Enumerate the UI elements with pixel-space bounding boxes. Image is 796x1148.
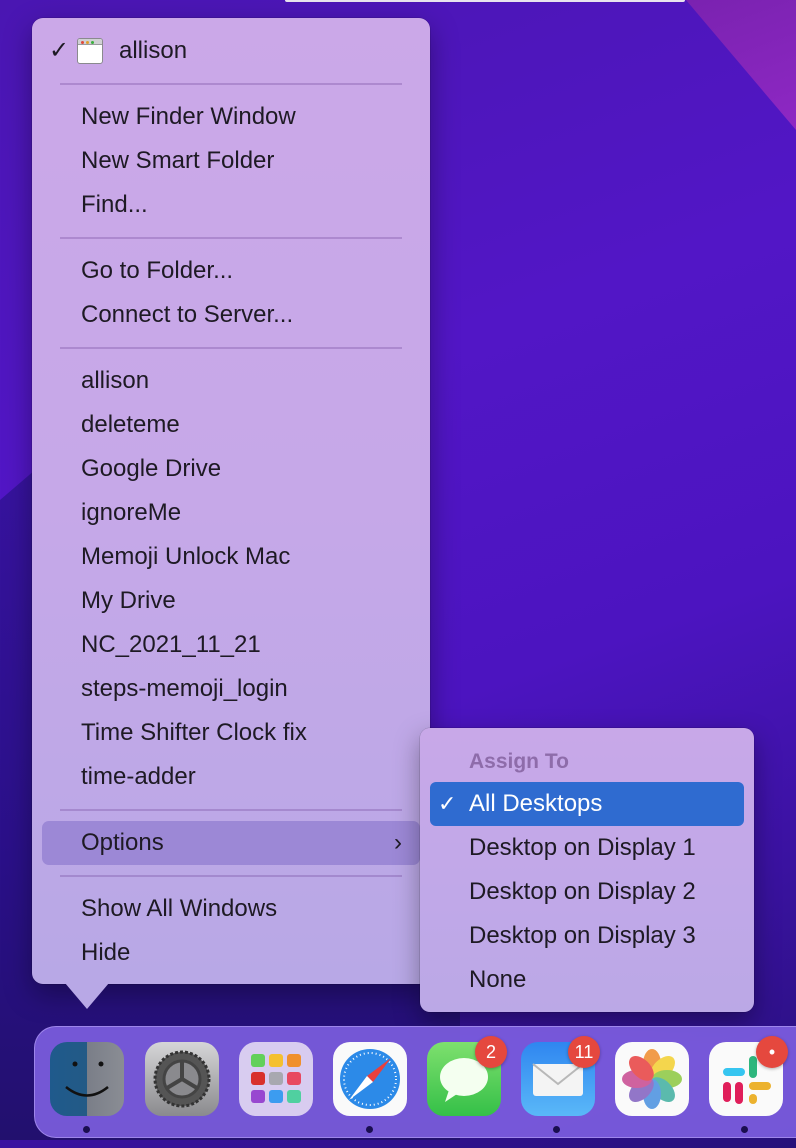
submenu-item-display-2[interactable]: Desktop on Display 2 [420, 870, 754, 914]
running-indicator [366, 1126, 373, 1133]
menu-item-find[interactable]: Find... [32, 183, 430, 227]
window-icon [77, 38, 103, 64]
menu-separator [60, 237, 402, 239]
menu-item-label: Options [81, 829, 164, 856]
menu-item-folder[interactable]: Time Shifter Clock fix [32, 711, 430, 755]
menu-item-folder[interactable]: allison [32, 359, 430, 403]
window-edge [285, 0, 685, 2]
menu-item-folder[interactable]: deleteme [32, 403, 430, 447]
menu-item-new-finder-window[interactable]: New Finder Window [32, 95, 430, 139]
menu-item-folder[interactable]: steps-memoji_login [32, 667, 430, 711]
menu-separator [60, 875, 402, 877]
menu-item-folder[interactable]: My Drive [32, 579, 430, 623]
dock-app-photos[interactable] [615, 1042, 689, 1116]
menu-item-options[interactable]: Options › [42, 821, 420, 865]
submenu-item-display-3[interactable]: Desktop on Display 3 [420, 914, 754, 958]
menu-item-show-all-windows[interactable]: Show All Windows [32, 887, 430, 931]
dock-app-system-preferences[interactable] [145, 1042, 219, 1116]
dock-context-menu: ✓ allison New Finder Window New Smart Fo… [32, 18, 430, 984]
compass-icon [340, 1049, 400, 1109]
notification-badge: 2 [475, 1036, 507, 1068]
running-indicator [83, 1126, 90, 1133]
chevron-right-icon: › [394, 829, 402, 856]
submenu-item-display-1[interactable]: Desktop on Display 1 [420, 826, 754, 870]
launchpad-grid-icon [251, 1054, 301, 1103]
finder-icon [65, 1061, 109, 1097]
options-submenu: Assign To ✓ All Desktops Desktop on Disp… [420, 728, 754, 1012]
wallpaper-shape [686, 0, 796, 130]
running-indicator [741, 1126, 748, 1133]
menu-item-folder[interactable]: Google Drive [32, 447, 430, 491]
menu-item-hide[interactable]: Hide [32, 931, 430, 975]
menu-separator [60, 809, 402, 811]
menu-item-folder[interactable]: NC_2021_11_21 [32, 623, 430, 667]
menu-item-label: allison [119, 37, 188, 64]
menu-item-folder[interactable]: ignoreMe [32, 491, 430, 535]
running-indicator [553, 1126, 560, 1133]
submenu-item-none[interactable]: None [420, 958, 754, 1002]
notification-badge: 11 [568, 1036, 600, 1068]
submenu-item-label: All Desktops [469, 790, 603, 817]
dock-app-finder[interactable] [50, 1042, 124, 1116]
menu-item-folder[interactable]: time-adder [32, 755, 430, 799]
submenu-item-all-desktops[interactable]: ✓ All Desktops [430, 782, 744, 826]
menu-item-folder[interactable]: Memoji Unlock Mac [32, 535, 430, 579]
notification-badge: • [756, 1036, 788, 1068]
dock-app-launchpad[interactable] [239, 1042, 313, 1116]
menu-item-new-smart-folder[interactable]: New Smart Folder [32, 139, 430, 183]
menu-item-connect-to-server[interactable]: Connect to Server... [32, 293, 430, 337]
menu-separator [60, 347, 402, 349]
submenu-header: Assign To [469, 750, 569, 773]
gear-icon [153, 1050, 211, 1108]
menu-item-go-to-folder[interactable]: Go to Folder... [32, 249, 430, 293]
checkmark-icon: ✓ [438, 791, 457, 816]
checkmark-icon: ✓ [49, 37, 70, 64]
menu-separator [60, 83, 402, 85]
dock-app-safari[interactable] [333, 1042, 407, 1116]
photos-flower-icon [622, 1049, 682, 1109]
menu-item-window-allison[interactable]: ✓ allison [32, 29, 430, 73]
